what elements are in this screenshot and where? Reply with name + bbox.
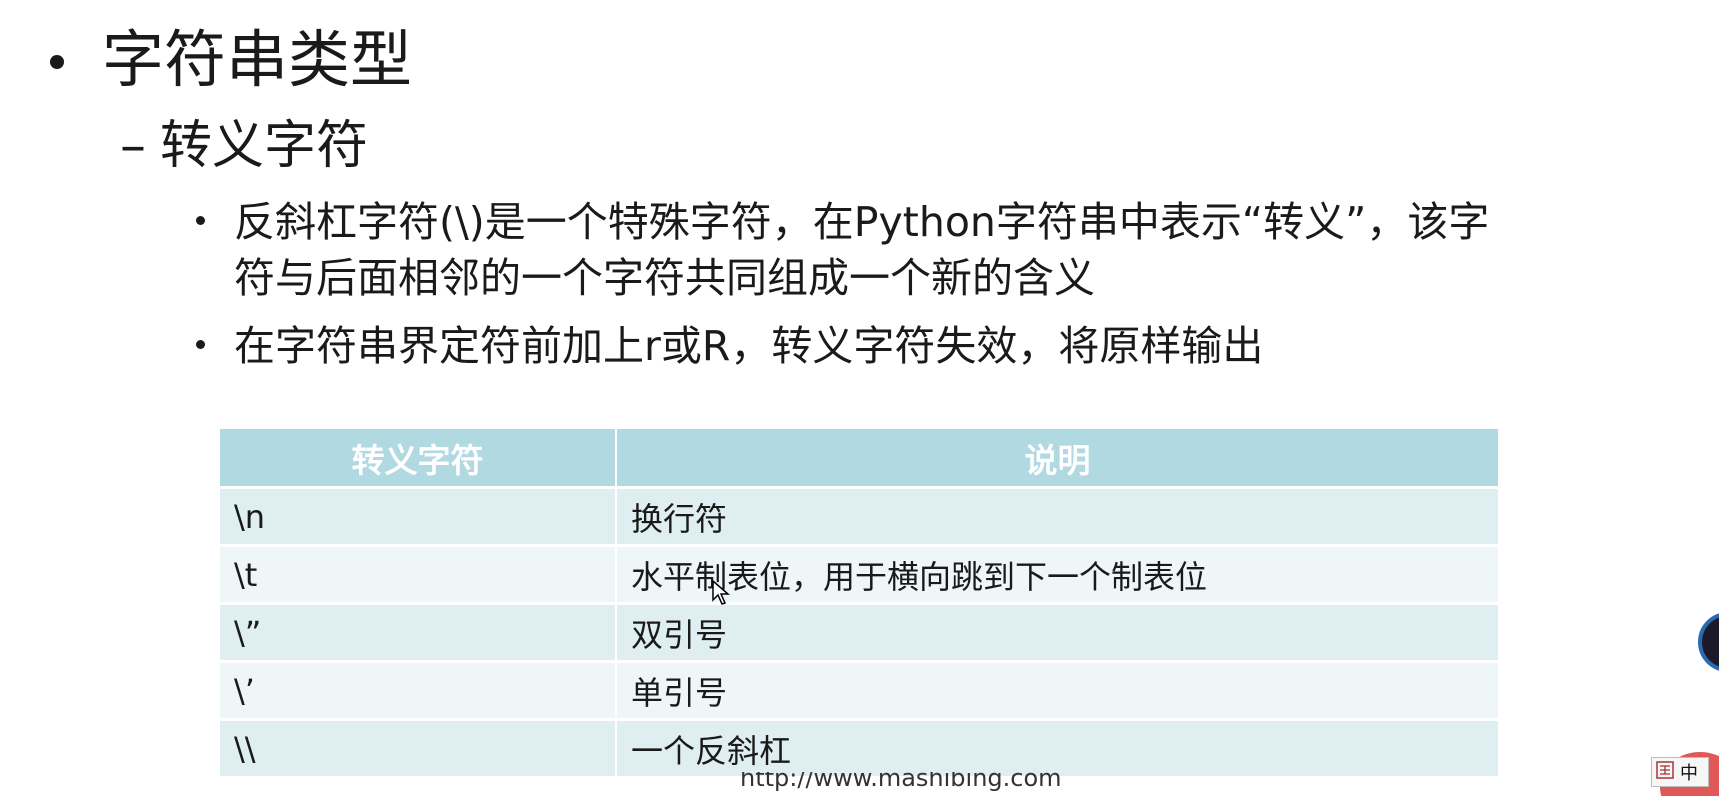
table-row: \n 换行符 [220, 489, 1498, 547]
escape-cell: \’ [220, 663, 617, 721]
ime-grid-icon[interactable] [1656, 760, 1674, 784]
column-header-description: 说明 [617, 429, 1498, 489]
subheading-line: – 转义字符 [120, 114, 368, 178]
table-row: \t 水平制表位，用于横向跳到下一个制表位 [220, 547, 1498, 605]
table-row: \’ 单引号 [220, 663, 1498, 721]
description-cell: 水平制表位，用于横向跳到下一个制表位 [617, 547, 1498, 605]
escape-cell: \n [220, 489, 617, 547]
bullet-text-line: 符与后面相邻的一个字符共同组成一个新的含义 [234, 254, 1095, 302]
slide-subheading: 转义字符 [160, 116, 369, 176]
table-row: \” 双引号 [220, 605, 1498, 663]
bullet-text-line: 反斜杠字符(\)是一个特殊字符，在Python字符串中表示“转义”，该字 [234, 198, 1490, 246]
bullet-dot-icon [50, 55, 64, 69]
bullet-item-raw-string: 在字符串界定符前加上r或R，转义字符失效，将原样输出 [196, 318, 1711, 374]
slide-heading: 字符串类型 [102, 23, 413, 96]
ime-mode-label[interactable]: 中 [1680, 759, 1698, 785]
mouse-cursor-icon [712, 579, 731, 610]
description-cell: 单引号 [617, 663, 1498, 721]
escape-cell: \” [220, 605, 617, 663]
bullet-text-line: 在字符串界定符前加上r或R，转义字符失效，将原样输出 [234, 322, 1264, 370]
ime-toolbar[interactable]: 中 [1651, 757, 1709, 787]
description-cell: 换行符 [617, 489, 1498, 547]
description-cell: 双引号 [617, 605, 1498, 663]
bullet-dot-icon [196, 340, 205, 349]
escape-char-table: 转义字符 说明 \n 换行符 \t 水平制表位，用于横向跳到下一个制表位 \” … [220, 429, 1498, 779]
table-header-row: 转义字符 说明 [220, 429, 1498, 489]
table-row: \\ 一个反斜杠 [220, 721, 1498, 779]
column-header-escape: 转义字符 [220, 429, 617, 489]
escape-cell: \\ [220, 721, 617, 779]
bullet-item-backslash: 反斜杠字符(\)是一个特殊字符，在Python字符串中表示“转义”，该字 符与后… [196, 194, 1711, 306]
slide: 字符串类型 – 转义字符 反斜杠字符(\)是一个特殊字符，在Python字符串中… [0, 0, 1719, 796]
dash-marker: – [120, 116, 146, 176]
escape-cell: \t [220, 547, 617, 605]
bullet-dot-icon [196, 216, 205, 225]
floating-record-button[interactable] [1698, 612, 1719, 672]
description-cell: 一个反斜杠 [617, 721, 1498, 779]
heading-line: 字符串类型 [50, 22, 412, 98]
